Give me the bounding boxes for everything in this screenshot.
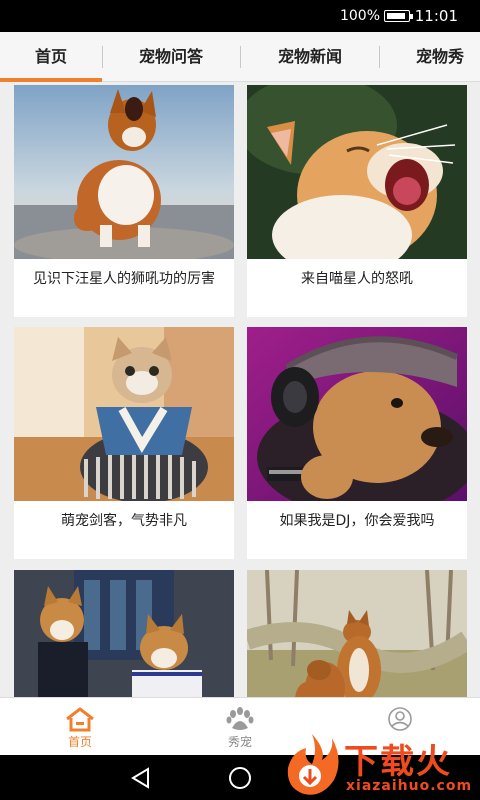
pet-card[interactable] [14,570,234,697]
category-tabs: 首页 宠物问答 宠物新闻 宠物秀 [0,32,480,82]
cat-in-kimono-photo [14,327,234,501]
pet-card[interactable]: 来自喵星人的怒吼 [247,85,467,317]
flame-icon [287,734,339,795]
tab-home[interactable]: 首页 [0,32,102,82]
pet-card[interactable]: 见识下汪星人的狮吼功的厉害 [14,85,234,317]
cat-yawning-photo [247,85,467,259]
status-bar: 100% 11:01 [0,0,480,32]
pet-card[interactable] [247,570,467,697]
nav-home[interactable]: 首页 [0,698,160,756]
back-icon[interactable] [128,765,154,791]
watermark-logo: 下载火 xiazaihuo.com [282,728,480,800]
tab-pet-qa[interactable]: 宠物问答 [103,32,239,82]
card-caption: 见识下汪星人的狮吼功的厉害 [33,271,215,287]
puppy-with-headphones-photo [247,327,467,501]
card-caption: 萌宠剑客，气势非凡 [61,513,187,529]
watermark-title: 下载火 [344,742,452,782]
watermark-url: xiazaihuo.com [346,778,473,794]
battery-icon [384,10,413,22]
card-caption: 如果我是DJ，你会爱我吗 [279,513,435,529]
corgi-barking-photo [14,85,234,259]
dogs-playing-in-field-photo [247,570,467,697]
tab-pet-news[interactable]: 宠物新闻 [241,32,379,82]
card-caption: 来自喵星人的怒吼 [301,271,413,287]
battery-percent: 100% [339,8,380,24]
tab-pet-show[interactable]: 宠物秀 [380,32,480,82]
home-icon [64,706,96,732]
home-circle-icon[interactable] [227,765,253,791]
clock: 11:01 [414,7,458,25]
pet-card[interactable]: 萌宠剑客，气势非凡 [14,327,234,559]
paw-icon [224,706,256,732]
pet-card-grid: 见识下汪星人的狮吼功的厉害 来自喵星人的怒吼 萌宠剑客，气势非凡 如果我是DJ，… [0,83,480,697]
nav-home-label: 首页 [67,735,92,749]
pet-card[interactable]: 如果我是DJ，你会爱我吗 [247,327,467,559]
shiba-dogs-in-costume-photo [14,570,234,697]
